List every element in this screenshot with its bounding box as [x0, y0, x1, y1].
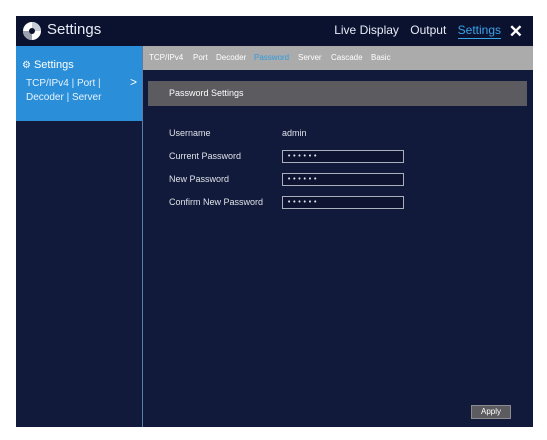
current-password-field[interactable]: ••••••: [282, 150, 404, 163]
app-title: Settings: [47, 21, 102, 38]
section-header: Password Settings: [148, 81, 527, 106]
tab-server[interactable]: Server: [298, 53, 322, 62]
tab-port[interactable]: Port: [193, 53, 208, 62]
nav-live-display[interactable]: Live Display: [334, 23, 399, 37]
sidebar-item-line2: Decoder | Server: [26, 92, 102, 103]
username-label: Username: [169, 128, 211, 138]
close-button[interactable]: ✕: [509, 22, 523, 42]
sidebar-heading-label: Settings: [33, 59, 74, 71]
sidebar-heading: ⚙ Settings: [22, 59, 74, 71]
app-logo-icon: [23, 22, 41, 40]
new-password-label: New Password: [169, 174, 230, 184]
chevron-right-icon: >: [130, 75, 138, 89]
username-value: admin: [282, 128, 307, 138]
sidebar-panel: ⚙ Settings TCP/IPv4 | Port | Decoder | Se…: [16, 46, 142, 121]
tab-tcpipv4[interactable]: TCP/IPv4: [149, 53, 183, 62]
tab-basic[interactable]: Basic: [371, 53, 391, 62]
new-password-field[interactable]: ••••••: [282, 173, 404, 186]
top-nav: Live Display Output Settings: [326, 23, 501, 39]
title-bar: Settings Live Display Output Settings ✕: [16, 16, 533, 46]
nav-settings[interactable]: Settings: [457, 23, 501, 39]
gear-icon: ⚙: [22, 60, 31, 71]
tab-cascade[interactable]: Cascade: [331, 53, 363, 62]
confirm-password-field[interactable]: ••••••: [282, 196, 404, 209]
confirm-password-label: Confirm New Password: [169, 197, 264, 207]
current-password-label: Current Password: [169, 151, 242, 161]
sidebar: ⚙ Settings TCP/IPv4 | Port | Decoder | Se…: [16, 46, 143, 427]
tab-bar: TCP/IPv4 Port Decoder Password Server Ca…: [143, 46, 533, 70]
settings-window: Settings Live Display Output Settings ✕ …: [16, 16, 533, 427]
sidebar-item-line1: TCP/IPv4 | Port |: [26, 78, 101, 89]
sidebar-item-network[interactable]: TCP/IPv4 | Port | Decoder | Server: [26, 77, 126, 105]
nav-output[interactable]: Output: [410, 23, 446, 37]
tab-password[interactable]: Password: [254, 53, 289, 62]
tab-decoder[interactable]: Decoder: [216, 53, 246, 62]
apply-button[interactable]: Apply: [471, 405, 511, 419]
